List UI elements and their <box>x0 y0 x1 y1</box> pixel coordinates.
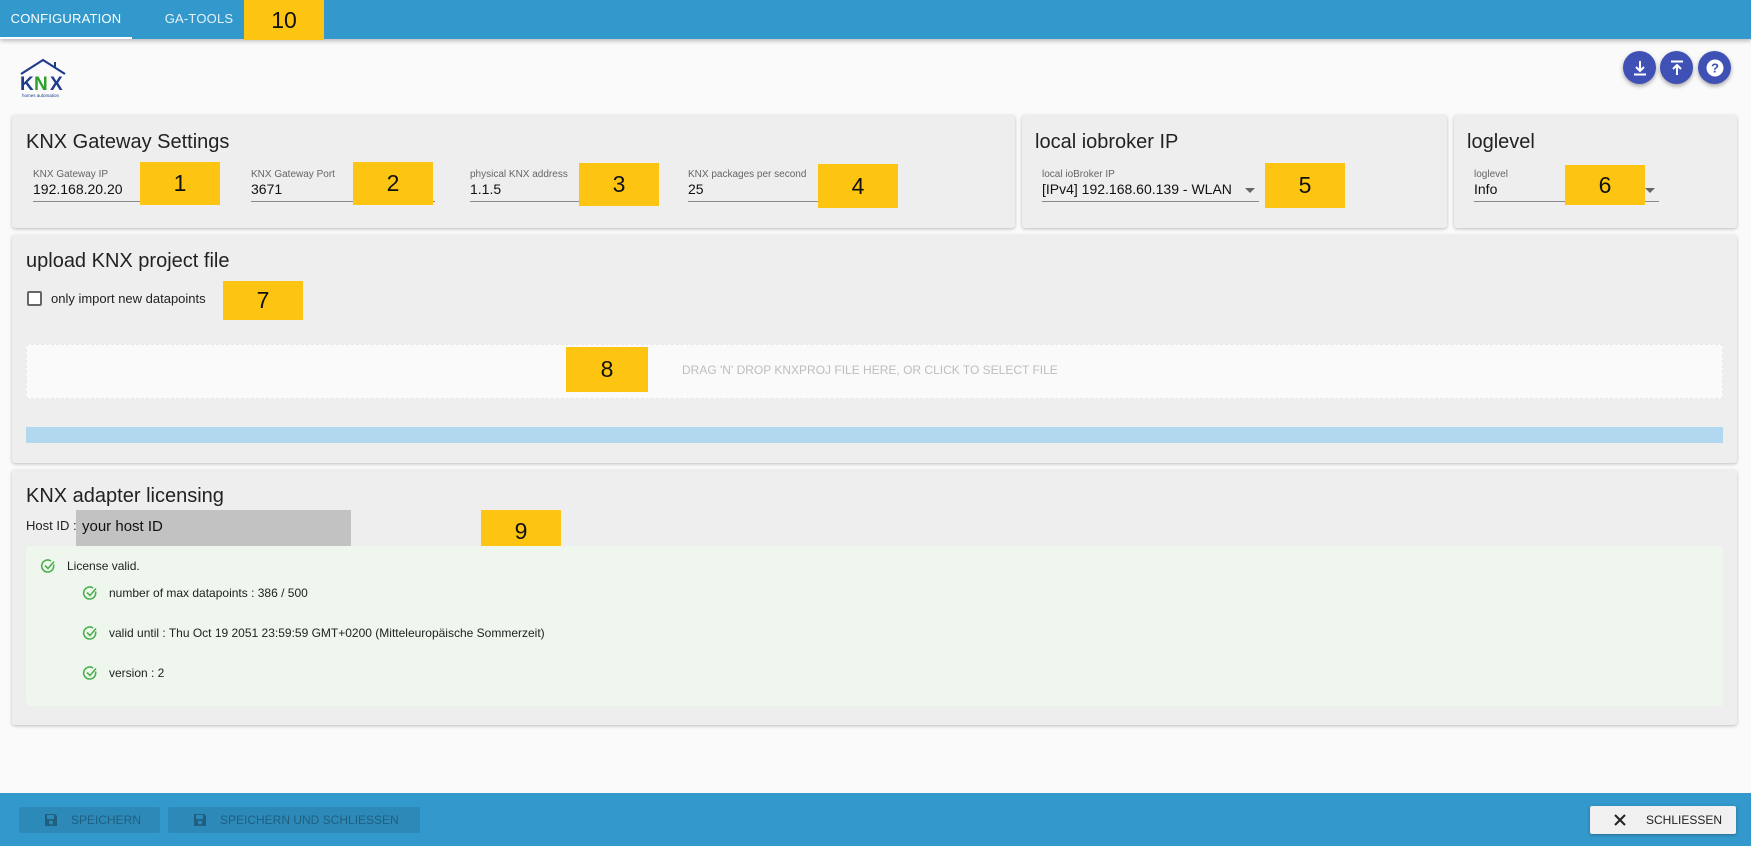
check-circle-icon <box>82 626 97 640</box>
packages-per-second-field[interactable]: KNX packages per second 25 <box>688 169 820 202</box>
marker-6: 6 <box>1565 165 1645 205</box>
save-icon <box>194 814 206 826</box>
loglevel-value[interactable]: Info <box>1474 181 1497 197</box>
marker-7: 7 <box>223 281 303 320</box>
host-id-input[interactable]: your host ID <box>76 510 351 550</box>
download-config-button[interactable] <box>1623 51 1656 84</box>
gateway-port-value[interactable]: 3671 <box>251 181 282 197</box>
local-ip-label: local ioBroker IP <box>1042 169 1115 180</box>
local-ip-select[interactable]: local ioBroker IP [IPv4] 192.168.60.139 … <box>1042 169 1259 202</box>
marker-5: 5 <box>1265 163 1345 208</box>
download-icon <box>1633 60 1646 75</box>
only-new-datapoints-checkbox[interactable] <box>27 291 42 306</box>
check-circle-icon <box>40 559 55 573</box>
chevron-down-icon[interactable] <box>1245 188 1255 193</box>
save-button[interactable]: SPEICHERN <box>19 807 160 833</box>
gateway-ip-label: KNX Gateway IP <box>33 169 109 180</box>
help-icon: ? <box>1706 59 1723 76</box>
marker-2: 2 <box>353 162 433 205</box>
close-button-label: SCHLIESSEN <box>1646 813 1723 827</box>
save-and-close-label: SPEICHERN UND SCHLIESSEN <box>220 813 399 827</box>
check-circle-icon <box>82 666 97 680</box>
physical-address-label: physical KNX address <box>470 169 568 180</box>
save-and-close-button[interactable]: SPEICHERN UND SCHLIESSEN <box>168 807 420 833</box>
tab-configuration[interactable]: CONFIGURATION <box>0 0 132 39</box>
license-status-text: License valid. <box>67 559 140 573</box>
physical-address-value[interactable]: 1.1.5 <box>470 181 501 197</box>
license-version: version : 2 <box>109 666 165 680</box>
chevron-down-icon[interactable] <box>1645 188 1655 193</box>
gateway-ip-field[interactable]: KNX Gateway IP 192.168.20.20 <box>33 169 141 202</box>
marker-3: 3 <box>579 163 659 206</box>
upload-icon <box>1670 60 1683 75</box>
upload-progress-bar <box>26 427 1723 443</box>
upload-config-button[interactable] <box>1660 51 1693 84</box>
gateway-port-label: KNX Gateway Port <box>251 169 335 180</box>
check-circle-icon <box>82 586 97 600</box>
only-new-datapoints-label[interactable]: only import new datapoints <box>51 291 206 306</box>
svg-text:homes automation: homes automation <box>22 93 60 98</box>
loglevel-label: loglevel <box>1474 169 1508 180</box>
marker-1: 1 <box>140 162 220 205</box>
packages-per-second-label: KNX packages per second <box>688 169 807 180</box>
local-ip-title: local iobroker IP <box>1035 131 1179 153</box>
gateway-settings-title: KNX Gateway Settings <box>26 131 230 153</box>
svg-text:?: ? <box>1711 60 1719 75</box>
license-valid-until: valid until : Thu Oct 19 2051 23:59:59 G… <box>109 626 545 640</box>
close-icon <box>1614 814 1626 826</box>
loglevel-title: loglevel <box>1467 131 1535 153</box>
marker-4: 4 <box>818 164 898 208</box>
physical-address-field[interactable]: physical KNX address 1.1.5 <box>470 169 582 202</box>
close-button[interactable]: SCHLIESSEN <box>1590 806 1736 834</box>
dropzone-text[interactable]: DRAG 'N' DROP KNXPROJ FILE HERE, OR CLIC… <box>682 363 1058 377</box>
svg-text:X: X <box>50 74 63 95</box>
marker-10: 10 <box>244 0 324 40</box>
tab-ga-tools[interactable]: GA-TOOLS <box>140 0 258 39</box>
save-icon <box>45 814 57 826</box>
svg-text:K: K <box>20 74 34 95</box>
local-ip-value[interactable]: [IPv4] 192.168.60.139 - WLAN <box>1042 181 1232 197</box>
marker-8: 8 <box>566 347 648 392</box>
help-button[interactable]: ? <box>1698 51 1731 84</box>
save-button-label: SPEICHERN <box>71 813 142 827</box>
licensing-title: KNX adapter licensing <box>26 485 224 507</box>
upload-project-title: upload KNX project file <box>26 250 230 272</box>
svg-text:N: N <box>34 74 48 95</box>
knx-logo: K N X homes automation <box>20 58 66 98</box>
gateway-ip-value[interactable]: 192.168.20.20 <box>33 181 123 197</box>
host-id-label: Host ID : <box>26 518 77 533</box>
license-max-datapoints: number of max datapoints : 386 / 500 <box>109 586 308 600</box>
packages-per-second-value[interactable]: 25 <box>688 181 704 197</box>
